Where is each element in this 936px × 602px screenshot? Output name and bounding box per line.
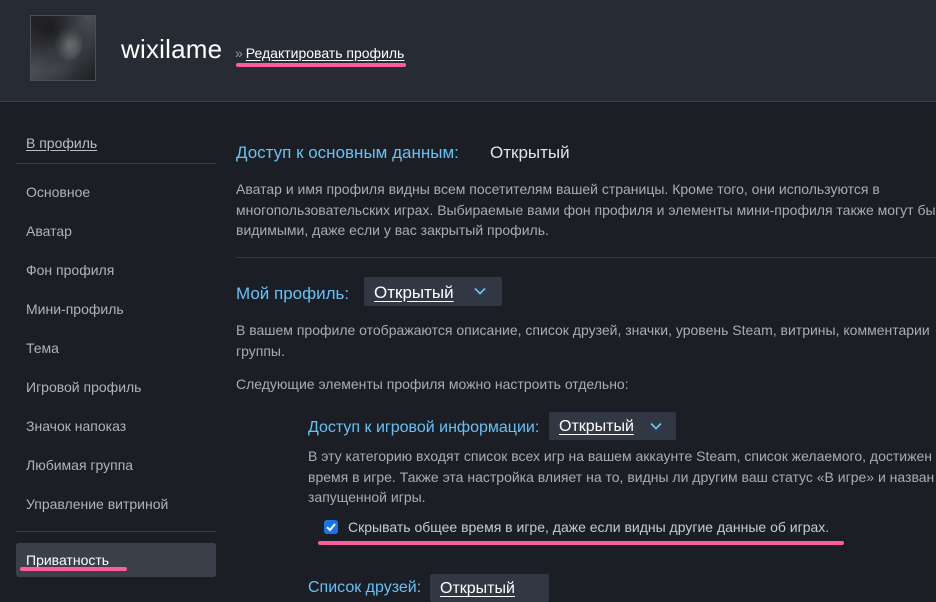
- highlight-underline-privacy: [20, 567, 127, 571]
- hide-playtime-checkbox[interactable]: [324, 520, 338, 534]
- my-profile-description: В вашем профиле отображаются описание, с…: [236, 322, 930, 359]
- avatar[interactable]: [30, 15, 96, 81]
- hide-playtime-label[interactable]: Скрывать общее время в игре, даже если в…: [348, 519, 829, 535]
- sidebar-item-game-profile[interactable]: Игровой профиль: [26, 379, 141, 395]
- game-details-description: В эту категорию входят список всех игр н…: [308, 448, 935, 505]
- sidebar-item-background[interactable]: Фон профиля: [26, 262, 114, 278]
- basic-access-description: Аватар и имя профиля видны всем посетите…: [236, 181, 936, 238]
- checkmark-icon: [326, 523, 336, 532]
- profile-username[interactable]: wixilame: [121, 34, 222, 65]
- friends-list-dropdown[interactable]: Открытый: [430, 574, 549, 602]
- game-details-dropdown[interactable]: Открытый: [549, 412, 676, 440]
- sidebar-back-to-profile[interactable]: В профиль: [26, 135, 97, 151]
- chevron-down-icon: [650, 422, 662, 430]
- highlight-underline-checkbox: [318, 541, 844, 545]
- basic-access-label: Доступ к основным данным:: [236, 143, 459, 162]
- game-details-dropdown-value: Открытый: [559, 418, 634, 435]
- game-details-label: Доступ к игровой информации:: [308, 419, 540, 436]
- sidebar-item-avatar[interactable]: Аватар: [26, 223, 72, 239]
- section-divider: [236, 257, 936, 258]
- sidebar-divider: [16, 163, 216, 164]
- sidebar-item-mini-profile[interactable]: Мини-профиль: [26, 301, 124, 317]
- edit-profile-link[interactable]: Редактировать профиль: [246, 45, 405, 61]
- friends-list-dropdown-value: Открытый: [440, 580, 515, 597]
- highlight-underline-edit: [236, 63, 406, 67]
- basic-access-value: Открытый: [490, 143, 570, 162]
- separate-settings-note: Следующие элементы профиля можно настрои…: [236, 376, 629, 392]
- breadcrumb: » Редактировать профиль: [235, 45, 404, 61]
- friends-list-label: Список друзей:: [308, 579, 422, 596]
- sidebar-item-theme[interactable]: Тема: [26, 340, 59, 356]
- sidebar-item-showcases[interactable]: Управление витриной: [26, 496, 168, 512]
- sidebar-item-general[interactable]: Основное: [26, 184, 90, 200]
- chevron-down-icon: [474, 287, 486, 295]
- sidebar-divider: [16, 531, 216, 532]
- sidebar-item-privacy-label: Приватность: [26, 552, 110, 568]
- breadcrumb-separator: »: [235, 45, 243, 61]
- my-profile-label: Мой профиль:: [236, 284, 350, 303]
- my-profile-dropdown-value: Открытый: [374, 283, 454, 302]
- my-profile-dropdown[interactable]: Открытый: [364, 277, 502, 306]
- sidebar-item-favorite-group[interactable]: Любимая группа: [26, 457, 133, 473]
- profile-header: wixilame » Редактировать профиль: [0, 0, 936, 102]
- sidebar-item-featured-badge[interactable]: Значок напоказ: [26, 418, 126, 434]
